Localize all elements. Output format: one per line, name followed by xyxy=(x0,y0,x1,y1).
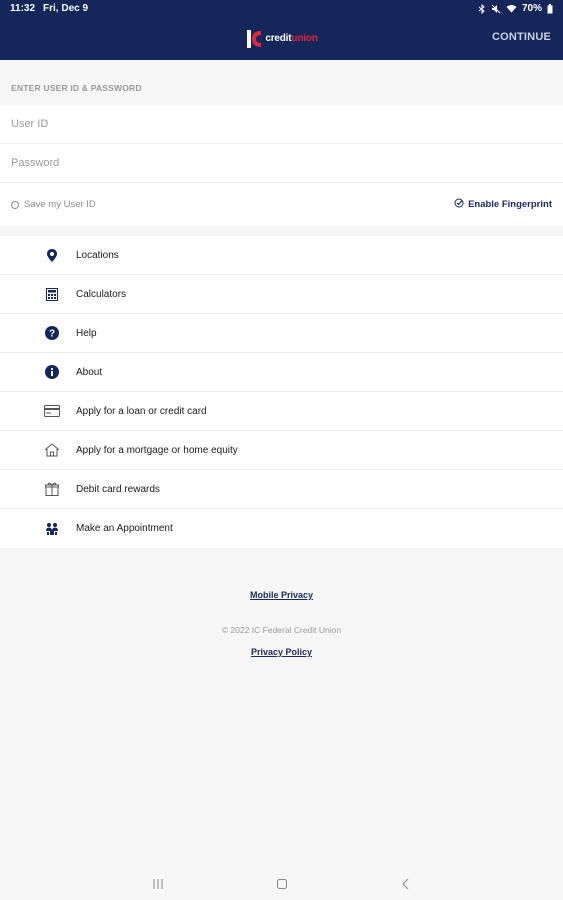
mobile-privacy-link[interactable]: Mobile Privacy xyxy=(250,590,313,600)
menu-label-locations: Locations xyxy=(76,249,119,261)
menu-label-apply-loan: Apply for a loan or credit card xyxy=(76,405,207,417)
menu-list: Locations Calculators ? Help About Apply… xyxy=(0,236,563,548)
check-circle-icon xyxy=(454,198,464,211)
system-navigation-bar xyxy=(0,868,563,900)
status-date: Fri, Dec 9 xyxy=(43,3,89,14)
user-id-input[interactable] xyxy=(11,118,563,130)
credit-card-icon xyxy=(44,403,60,419)
login-options: Save my User ID Enable Fingerprint xyxy=(0,183,563,226)
menu-label-debit-rewards: Debit card rewards xyxy=(76,483,160,495)
menu-label-appointment: Make an Appointment xyxy=(76,523,173,534)
password-row xyxy=(0,144,563,183)
recent-apps-button[interactable] xyxy=(151,877,165,891)
status-bar: 11:32 Fri, Dec 9 70% xyxy=(0,0,563,17)
menu-item-calculators[interactable]: Calculators xyxy=(0,275,563,314)
appointment-icon xyxy=(44,521,60,537)
login-section-label: ENTER USER ID & PASSWORD xyxy=(11,83,142,93)
ic-logo-icon xyxy=(245,28,263,50)
location-pin-icon xyxy=(44,247,60,263)
logo-text-union: union xyxy=(291,33,318,44)
menu-label-calculators: Calculators xyxy=(76,288,127,300)
copyright-text: © 2022 IC Federal Credit Union xyxy=(221,625,342,635)
credit-union-logo: creditunion xyxy=(245,28,318,50)
home-button[interactable] xyxy=(275,877,289,891)
menu-item-locations[interactable]: Locations xyxy=(0,236,563,275)
login-form: Save my User ID Enable Fingerprint xyxy=(0,105,563,226)
password-input[interactable] xyxy=(11,157,563,169)
status-time: 11:32 xyxy=(10,3,36,14)
calculator-icon xyxy=(44,286,60,302)
save-user-id-toggle[interactable]: Save my User ID xyxy=(11,199,96,210)
footer: Mobile Privacy © 2022 IC Federal Credit … xyxy=(0,585,563,660)
privacy-policy-link[interactable]: Privacy Policy xyxy=(251,647,312,657)
wifi-icon xyxy=(506,4,517,13)
menu-label-about: About xyxy=(76,366,103,378)
user-id-row xyxy=(0,105,563,144)
menu-item-apply-mortgage[interactable]: Apply for a mortgage or home equity xyxy=(0,431,563,470)
battery-percent: 70% xyxy=(521,3,542,14)
menu-label-help: Help xyxy=(76,327,97,339)
menu-item-about[interactable]: About xyxy=(0,353,563,392)
continue-button[interactable]: CONTINUE xyxy=(492,31,551,43)
svg-text:?: ? xyxy=(49,329,55,340)
home-icon xyxy=(44,442,60,458)
enable-fingerprint-button[interactable]: Enable Fingerprint xyxy=(454,198,552,211)
bluetooth-icon xyxy=(478,3,486,14)
battery-icon xyxy=(547,3,553,14)
app-bar: creditunion CONTINUE xyxy=(0,17,563,60)
mute-icon xyxy=(491,4,501,14)
enable-fingerprint-label: Enable Fingerprint xyxy=(468,199,552,210)
back-button[interactable] xyxy=(399,877,413,891)
help-icon: ? xyxy=(44,325,60,341)
gift-icon xyxy=(44,481,60,497)
menu-item-apply-loan[interactable]: Apply for a loan or credit card xyxy=(0,392,563,431)
menu-label-apply-mortgage: Apply for a mortgage or home equity xyxy=(76,444,238,456)
info-icon xyxy=(44,364,60,380)
logo-text-credit: credit xyxy=(265,33,292,44)
menu-item-debit-rewards[interactable]: Debit card rewards xyxy=(0,470,563,509)
menu-item-appointment[interactable]: Make an Appointment xyxy=(0,509,563,548)
radio-icon xyxy=(11,200,19,209)
save-user-id-label: Save my User ID xyxy=(24,199,96,210)
menu-item-help[interactable]: ? Help xyxy=(0,314,563,353)
